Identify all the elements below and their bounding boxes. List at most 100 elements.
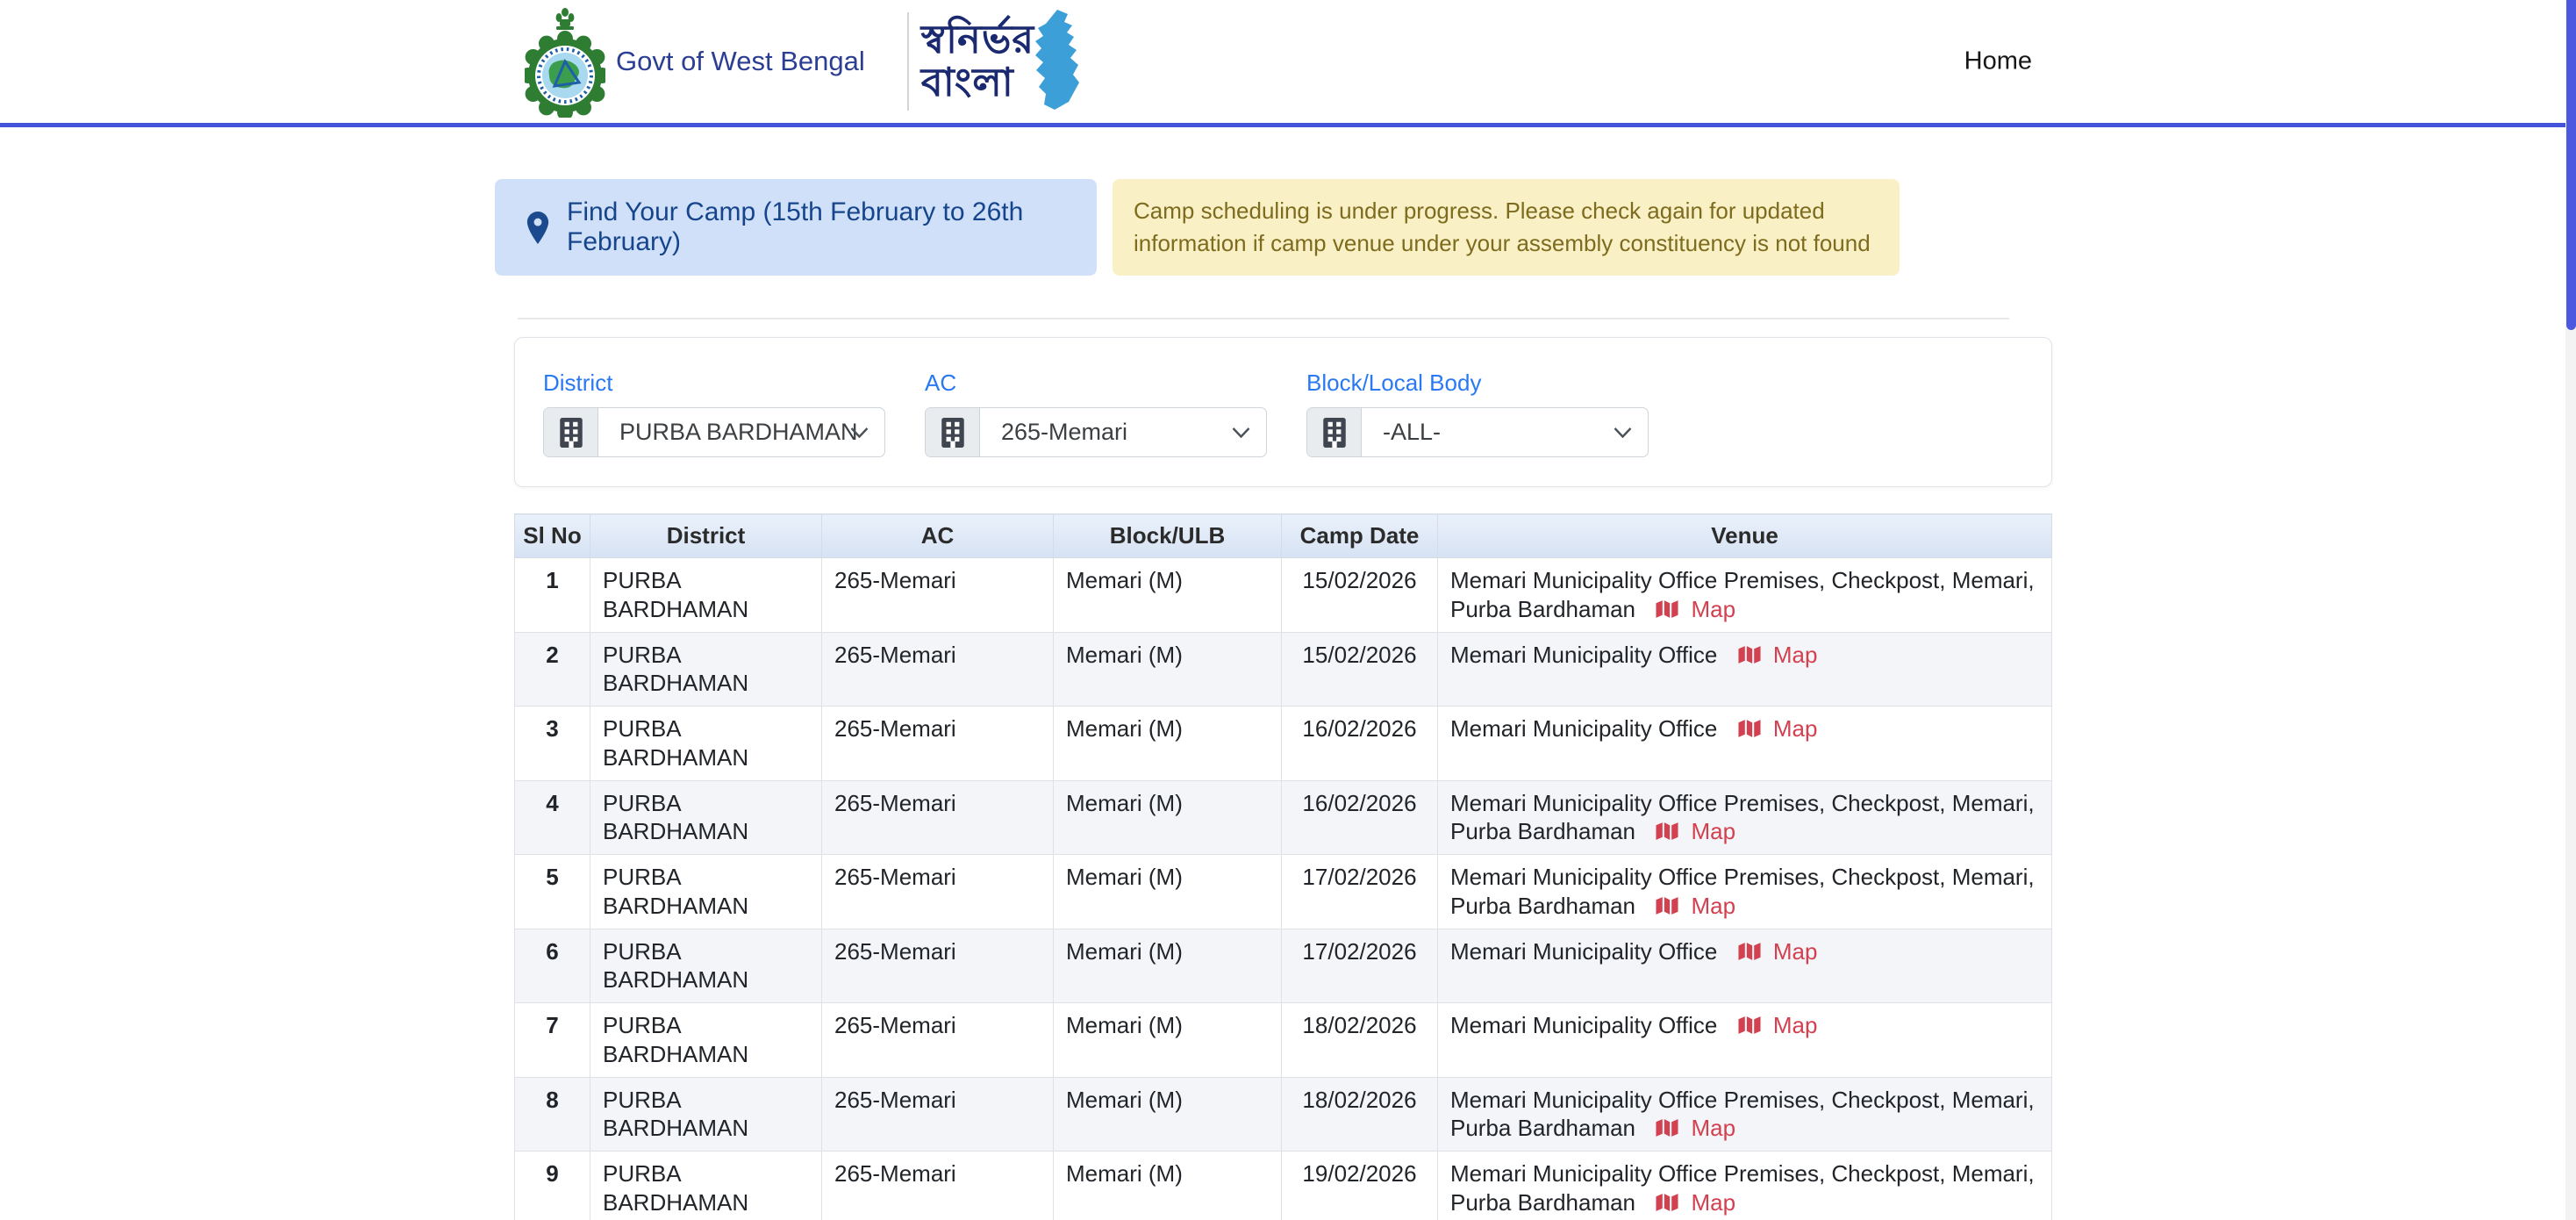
map-link[interactable]: Map	[1656, 893, 1735, 919]
cell-district: PURBA BARDHAMAN	[590, 929, 822, 1003]
district-selected-value: PURBA BARDHAMAN	[619, 419, 858, 446]
map-icon	[1656, 821, 1678, 842]
block-label: Block/Local Body	[1306, 370, 1649, 397]
ac-select[interactable]: 265-Memari	[980, 408, 1266, 456]
cell-sl: 7	[515, 1003, 590, 1078]
camp-table-body: 1PURBA BARDHAMAN265-MemariMemari (M)15/0…	[515, 558, 2052, 1220]
cell-block: Memari (M)	[1054, 855, 1282, 929]
cell-date: 16/02/2026	[1282, 707, 1438, 781]
header-ac: AC	[822, 514, 1054, 558]
cell-block: Memari (M)	[1054, 707, 1282, 781]
cell-district: PURBA BARDHAMAN	[590, 707, 822, 781]
header-venue: Venue	[1438, 514, 2052, 558]
west-bengal-map-icon	[1031, 8, 1087, 115]
cell-district: PURBA BARDHAMAN	[590, 1077, 822, 1152]
cell-ac: 265-Memari	[822, 632, 1054, 707]
cell-ac: 265-Memari	[822, 1003, 1054, 1078]
map-icon	[1738, 941, 1761, 962]
table-row: 5PURBA BARDHAMAN265-MemariMemari (M)17/0…	[515, 855, 2052, 929]
cell-district: PURBA BARDHAMAN	[590, 632, 822, 707]
header-district: District	[590, 514, 822, 558]
building-icon	[544, 408, 598, 456]
cell-block: Memari (M)	[1054, 1077, 1282, 1152]
building-icon	[1322, 418, 1347, 448]
cell-date: 15/02/2026	[1282, 558, 1438, 633]
map-icon	[1738, 644, 1761, 665]
find-camp-title: Find Your Camp (15th February to 26th Fe…	[567, 197, 1097, 257]
map-link[interactable]: Map	[1656, 1189, 1735, 1216]
map-link[interactable]: Map	[1738, 938, 1818, 965]
cell-date: 17/02/2026	[1282, 929, 1438, 1003]
table-row: 4PURBA BARDHAMAN265-MemariMemari (M)16/0…	[515, 780, 2052, 855]
table-row: 7PURBA BARDHAMAN265-MemariMemari (M)18/0…	[515, 1003, 2052, 1078]
cell-block: Memari (M)	[1054, 780, 1282, 855]
header-date: Camp Date	[1282, 514, 1438, 558]
cell-district: PURBA BARDHAMAN	[590, 1003, 822, 1078]
scrollbar-track[interactable]	[2565, 0, 2576, 1220]
map-icon	[1656, 895, 1678, 916]
cell-venue: Memari Municipality Office Map	[1438, 632, 2052, 707]
banner-row: Find Your Camp (15th February to 26th Fe…	[495, 179, 2576, 276]
building-icon	[1307, 408, 1362, 456]
table-row: 6PURBA BARDHAMAN265-MemariMemari (M)17/0…	[515, 929, 2052, 1003]
table-row: 2PURBA BARDHAMAN265-MemariMemari (M)15/0…	[515, 632, 2052, 707]
filter-ac: AC 265-Memari	[925, 370, 1267, 486]
cell-district: PURBA BARDHAMAN	[590, 855, 822, 929]
cell-ac: 265-Memari	[822, 929, 1054, 1003]
header-block: Block/ULB	[1054, 514, 1282, 558]
cell-block: Memari (M)	[1054, 1152, 1282, 1220]
cell-date: 16/02/2026	[1282, 780, 1438, 855]
cell-block: Memari (M)	[1054, 1003, 1282, 1078]
cell-sl: 2	[515, 632, 590, 707]
cell-sl: 9	[515, 1152, 590, 1220]
cell-block: Memari (M)	[1054, 929, 1282, 1003]
cell-ac: 265-Memari	[822, 1077, 1054, 1152]
nav-home-link[interactable]: Home	[1964, 47, 2032, 76]
block-select[interactable]: -ALL-	[1362, 408, 1648, 456]
cell-sl: 6	[515, 929, 590, 1003]
table-row: 8PURBA BARDHAMAN265-MemariMemari (M)18/0…	[515, 1077, 2052, 1152]
notice-banner: Camp scheduling is under progress. Pleas…	[1113, 179, 1900, 276]
cell-ac: 265-Memari	[822, 1152, 1054, 1220]
district-select[interactable]: PURBA BARDHAMAN	[598, 408, 884, 456]
gov-label: Govt of West Bengal	[616, 46, 865, 77]
section-divider	[518, 318, 2009, 319]
cell-district: PURBA BARDHAMAN	[590, 558, 822, 633]
map-link[interactable]: Map	[1656, 596, 1735, 622]
site-header: Govt of West Bengal স্বনির্ভর বাংলা Home	[0, 0, 2576, 127]
cell-sl: 3	[515, 707, 590, 781]
cell-venue: Memari Municipality Office Premises, Che…	[1438, 855, 2052, 929]
cell-venue: Memari Municipality Office Premises, Che…	[1438, 1077, 2052, 1152]
ac-input-group: 265-Memari	[925, 407, 1267, 457]
cell-block: Memari (M)	[1054, 558, 1282, 633]
map-link[interactable]: Map	[1656, 1115, 1735, 1141]
header-slno: Sl No	[515, 514, 590, 558]
cell-district: PURBA BARDHAMAN	[590, 1152, 822, 1220]
swanirbhar-bangla-logo: স্বনির্ভর বাংলা	[921, 8, 1087, 115]
building-icon	[559, 418, 583, 448]
cell-sl: 4	[515, 780, 590, 855]
cell-ac: 265-Memari	[822, 707, 1054, 781]
ac-selected-value: 265-Memari	[1001, 419, 1127, 446]
map-link[interactable]: Map	[1738, 1012, 1818, 1038]
building-icon	[926, 408, 980, 456]
map-link[interactable]: Map	[1738, 715, 1818, 742]
scrollbar-thumb[interactable]	[2566, 0, 2576, 330]
table-row: 3PURBA BARDHAMAN265-MemariMemari (M)16/0…	[515, 707, 2052, 781]
map-link[interactable]: Map	[1738, 642, 1818, 668]
map-icon	[1738, 1015, 1761, 1036]
table-row: 9PURBA BARDHAMAN265-MemariMemari (M)19/0…	[515, 1152, 2052, 1220]
map-icon	[1656, 1192, 1678, 1213]
cell-venue: Memari Municipality Office Premises, Che…	[1438, 1152, 2052, 1220]
block-selected-value: -ALL-	[1383, 419, 1441, 446]
cell-ac: 265-Memari	[822, 855, 1054, 929]
cell-ac: 265-Memari	[822, 780, 1054, 855]
camp-table: Sl No District AC Block/ULB Camp Date Ve…	[514, 513, 2052, 1220]
cell-venue: Memari Municipality Office Map	[1438, 1003, 2052, 1078]
map-icon	[1656, 599, 1678, 620]
cell-district: PURBA BARDHAMAN	[590, 780, 822, 855]
find-camp-banner: Find Your Camp (15th February to 26th Fe…	[495, 179, 1097, 276]
map-link[interactable]: Map	[1656, 818, 1735, 844]
location-pin-icon	[525, 212, 551, 244]
filter-block: Block/Local Body -ALL-	[1306, 370, 1649, 486]
